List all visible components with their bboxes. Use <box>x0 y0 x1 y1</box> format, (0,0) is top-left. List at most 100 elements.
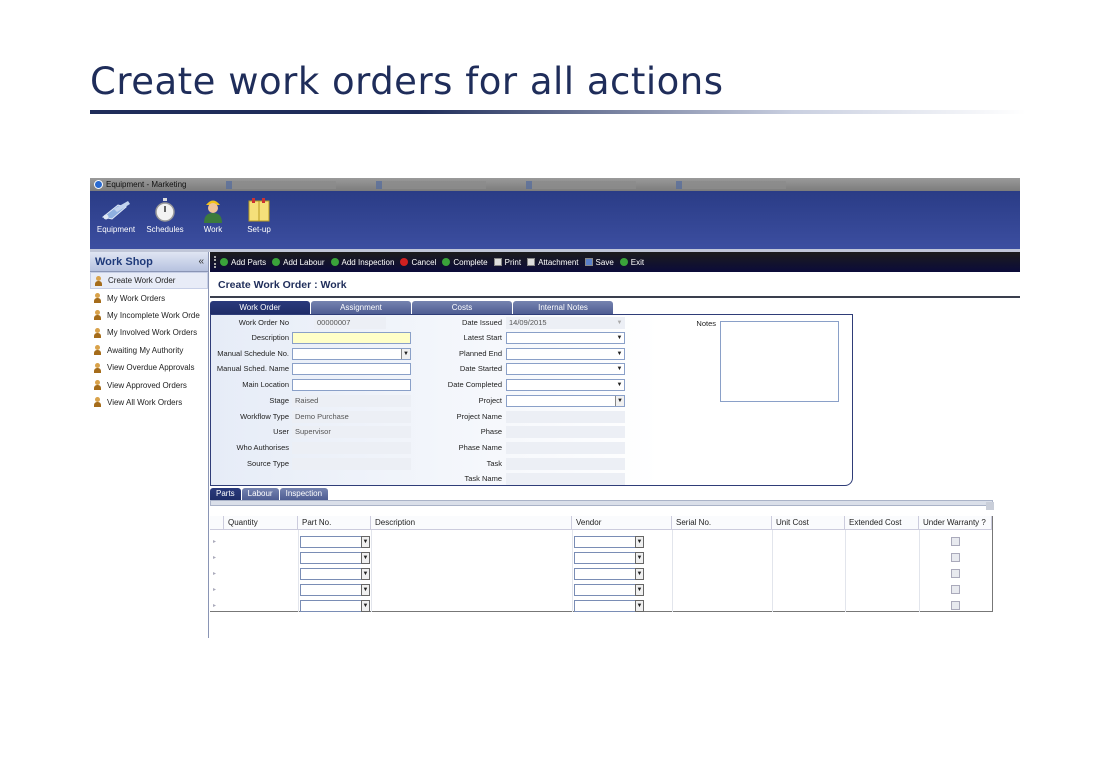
under-warranty-checkbox[interactable] <box>951 569 960 578</box>
window-titlebar[interactable]: Equipment - Marketing <box>90 178 1020 191</box>
chevron-down-icon[interactable]: ▼ <box>361 584 370 596</box>
row-selector-icon[interactable]: ▸ <box>213 586 216 593</box>
column-under-warranty[interactable]: Under Warranty ? <box>919 516 992 530</box>
sidebar-item-my-involved-work-orders[interactable]: My Involved Work Orders <box>90 324 208 341</box>
vendor-combo[interactable]: ▼ <box>574 600 644 612</box>
sidebar-item-view-approved-orders[interactable]: View Approved Orders <box>90 376 208 393</box>
tab-assignment[interactable]: Assignment <box>311 301 411 314</box>
toolbar-grip[interactable] <box>214 256 216 268</box>
vendor-combo[interactable]: ▼ <box>574 584 644 596</box>
column-extended-cost[interactable]: Extended Cost <box>845 516 919 530</box>
row-selector-icon[interactable]: ▸ <box>213 554 216 561</box>
chevron-down-icon[interactable]: ▼ <box>361 552 370 564</box>
ribbon-setup-button[interactable]: Set-up <box>235 195 283 234</box>
date-started-date-picker[interactable]: ▼ <box>506 363 625 375</box>
collapse-sidebar-button[interactable]: « <box>198 252 204 272</box>
planned-end-date-picker[interactable]: ▼ <box>506 348 625 360</box>
under-warranty-checkbox[interactable] <box>951 585 960 594</box>
main-location-label: Main Location <box>242 380 289 389</box>
stopwatch-icon <box>141 195 189 225</box>
sidebar-item-create-work-order[interactable]: Create Work Order <box>90 272 208 290</box>
manual-sched-name-input[interactable] <box>292 363 411 375</box>
chevron-down-icon[interactable]: ▼ <box>635 536 644 548</box>
column-vendor[interactable]: Vendor <box>572 516 672 530</box>
title-rule <box>90 110 1026 114</box>
add-labour-button[interactable]: Add Labour <box>272 258 325 267</box>
column-unit-cost[interactable]: Unit Cost <box>772 516 845 530</box>
tab-inspection[interactable]: Inspection <box>279 488 329 500</box>
phase-field <box>506 426 625 438</box>
save-button[interactable]: Save <box>584 258 614 267</box>
column-part-no[interactable]: Part No. <box>298 516 371 530</box>
chevron-down-icon[interactable]: ▼ <box>361 600 370 612</box>
chevron-down-icon[interactable]: ▼ <box>635 600 644 612</box>
notes-label: Notes <box>696 319 716 328</box>
attachment-button[interactable]: Attachment <box>527 258 579 267</box>
main-location-input[interactable] <box>292 379 411 391</box>
add-parts-button[interactable]: Add Parts <box>220 258 266 267</box>
chevron-down-icon[interactable]: ▼ <box>635 552 644 564</box>
cancel-button[interactable]: Cancel <box>400 258 436 267</box>
work-order-no-label: Work Order No <box>238 318 289 327</box>
exit-button[interactable]: Exit <box>619 258 644 267</box>
chevron-down-icon[interactable]: ▼ <box>615 333 624 343</box>
ribbon-schedules-button[interactable]: Schedules <box>141 195 189 234</box>
chevron-down-icon[interactable]: ▼ <box>615 364 624 374</box>
chevron-down-icon[interactable]: ▼ <box>635 568 644 580</box>
chevron-down-icon[interactable]: ▼ <box>615 349 624 359</box>
under-warranty-checkbox[interactable] <box>951 537 960 546</box>
latest-start-date-picker[interactable]: ▼ <box>506 332 625 344</box>
ribbon-equipment-button[interactable]: Equipment <box>92 195 140 234</box>
vendor-combo[interactable]: ▼ <box>574 568 644 580</box>
tab-internal-notes[interactable]: Internal Notes <box>513 301 613 314</box>
part-no-combo[interactable]: ▼ <box>300 552 370 564</box>
complete-icon <box>442 258 451 266</box>
ribbon-work-button[interactable]: Work <box>189 195 237 234</box>
complete-button[interactable]: Complete <box>442 258 488 267</box>
chevron-down-icon[interactable]: ▼ <box>361 568 370 580</box>
tab-costs[interactable]: Costs <box>412 301 512 314</box>
part-no-combo[interactable]: ▼ <box>300 536 370 548</box>
chevron-down-icon[interactable]: ▼ <box>635 584 644 596</box>
sidebar-item-view-overdue-approvals[interactable]: View Overdue Approvals <box>90 359 208 376</box>
sidebar-item-awaiting-my-authority[interactable]: Awaiting My Authority <box>90 342 208 359</box>
row-selector-icon[interactable]: ▸ <box>213 570 216 577</box>
tab-work-order[interactable]: Work Order <box>210 301 310 314</box>
part-no-combo[interactable]: ▼ <box>300 600 370 612</box>
person-icon <box>94 397 102 408</box>
chevron-down-icon[interactable]: ▼ <box>615 380 624 390</box>
print-button[interactable]: Print <box>493 258 521 267</box>
chevron-down-icon[interactable]: ▼ <box>401 349 410 359</box>
under-warranty-checkbox[interactable] <box>951 601 960 610</box>
chevron-down-icon[interactable]: ▼ <box>615 396 624 406</box>
tab-labour[interactable]: Labour <box>241 488 279 500</box>
column-quantity[interactable]: Quantity <box>224 516 298 530</box>
part-no-combo[interactable]: ▼ <box>300 584 370 596</box>
date-completed-date-picker[interactable]: ▼ <box>506 379 625 391</box>
add-icon <box>330 258 339 266</box>
sidebar-item-label: View Approved Orders <box>107 380 187 390</box>
vendor-combo[interactable]: ▼ <box>574 552 644 564</box>
tab-parts[interactable]: Parts <box>210 488 241 500</box>
worker-icon <box>189 195 237 225</box>
project-combo[interactable]: ▼ <box>506 395 625 407</box>
sidebar-item-view-all-work-orders[interactable]: View All Work Orders <box>90 394 208 411</box>
part-no-combo[interactable]: ▼ <box>300 568 370 580</box>
notes-textarea[interactable] <box>720 321 839 402</box>
row-selector-icon[interactable]: ▸ <box>213 538 216 545</box>
grid-scroll-button[interactable] <box>986 502 994 510</box>
under-warranty-checkbox[interactable] <box>951 553 960 562</box>
sidebar-item-my-work-orders[interactable]: My Work Orders <box>90 289 208 306</box>
column-description[interactable]: Description <box>371 516 572 530</box>
stage-field: Raised <box>292 395 411 407</box>
column-serial-no[interactable]: Serial No. <box>672 516 772 530</box>
setup-icon <box>235 195 283 225</box>
manual-schedule-no-combo[interactable]: ▼ <box>292 348 411 360</box>
grid-group-strip <box>210 500 993 506</box>
row-selector-icon[interactable]: ▸ <box>213 602 216 609</box>
add-inspection-button[interactable]: Add Inspection <box>330 258 394 267</box>
chevron-down-icon[interactable]: ▼ <box>361 536 370 548</box>
sidebar-item-my-incomplete-work-orders[interactable]: My Incomplete Work Orde <box>90 307 208 324</box>
vendor-combo[interactable]: ▼ <box>574 536 644 548</box>
description-input[interactable] <box>292 332 411 344</box>
